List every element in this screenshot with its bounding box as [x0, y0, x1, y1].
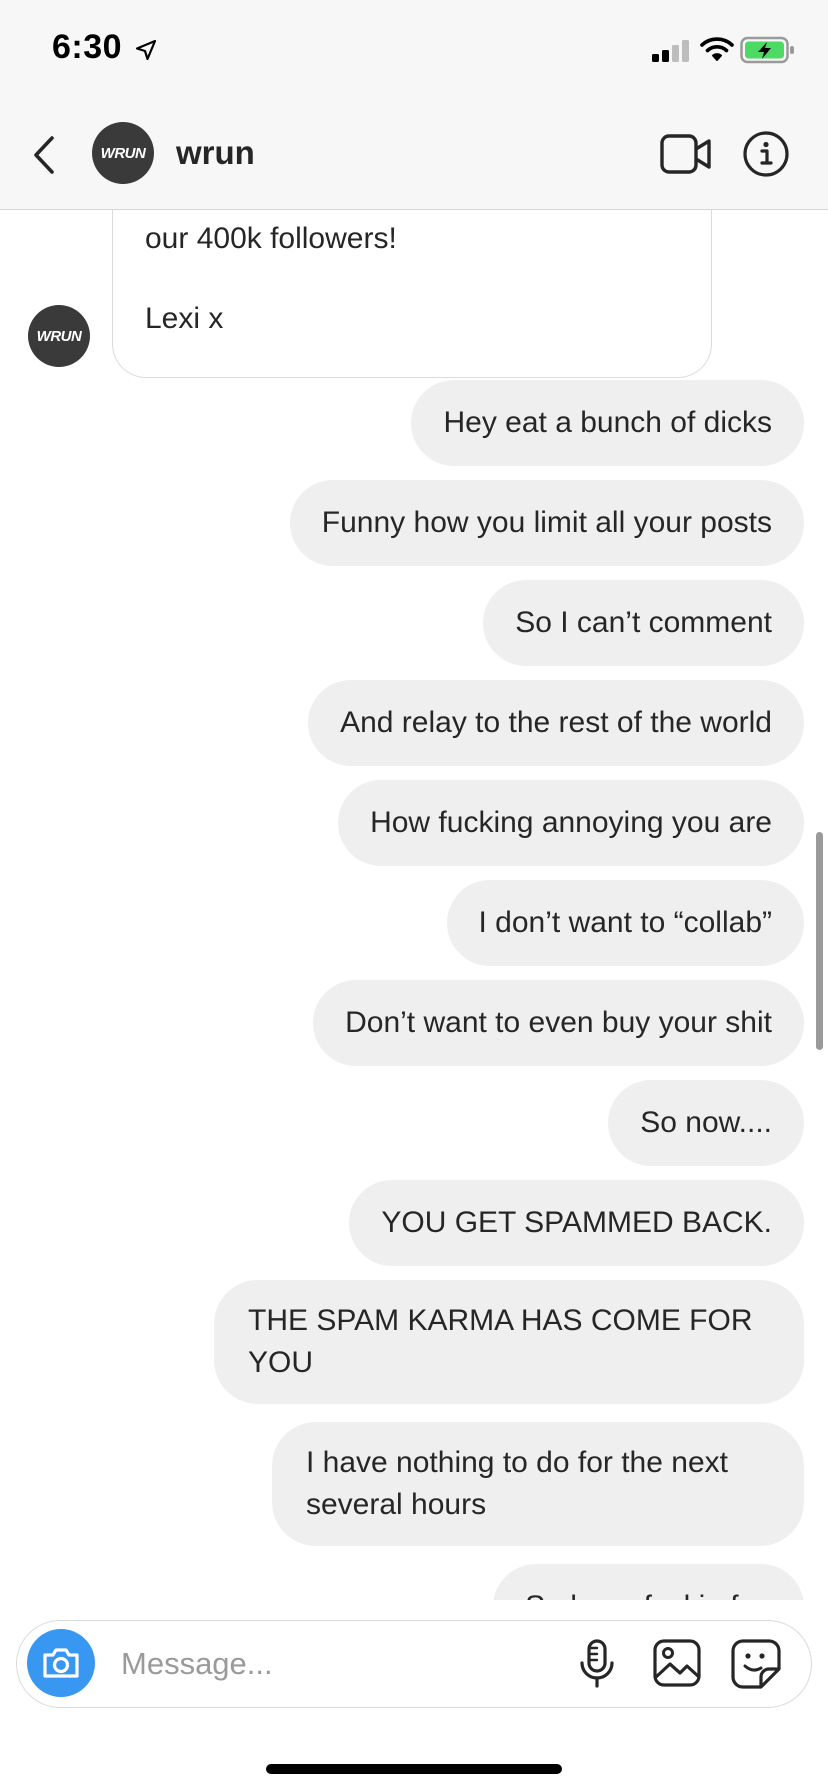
sent-message-bubble[interactable]: So now.... — [608, 1080, 804, 1166]
sent-message-bubble[interactable]: YOU GET SPAMMED BACK. — [349, 1180, 804, 1266]
info-icon[interactable] — [742, 130, 790, 178]
sent-message-bubble[interactable]: How fucking annoying you are — [338, 780, 804, 866]
camera-button[interactable] — [27, 1629, 95, 1697]
home-indicator — [266, 1764, 562, 1774]
sent-message-bubble[interactable]: Don’t want to even buy your shit — [313, 980, 804, 1066]
incoming-message-line: our 400k followers! — [145, 222, 397, 255]
sent-message-bubble[interactable]: I don’t want to “collab” — [446, 880, 804, 966]
avatar[interactable]: WRUN — [92, 122, 154, 184]
message-composer — [16, 1620, 812, 1708]
sent-message-bubble[interactable]: THE SPAM KARMA HAS COME FOR YOU — [214, 1280, 804, 1404]
status-time: 6:30 — [52, 28, 123, 66]
sticker-icon[interactable] — [731, 1639, 781, 1689]
microphone-icon[interactable] — [577, 1639, 617, 1689]
sent-message-bubble[interactable]: Funny how you limit all your posts — [289, 480, 804, 566]
conversation-title[interactable]: wrun — [176, 134, 255, 172]
battery-charging-icon — [740, 36, 794, 64]
sent-message-bubble[interactable]: So I can’t comment — [483, 580, 804, 666]
scrollbar[interactable] — [816, 832, 823, 1050]
message-input[interactable] — [121, 1641, 481, 1687]
sent-message-bubble[interactable]: And relay to the rest of the world — [308, 680, 804, 766]
message-thread[interactable]: our 400k followers! Lexi x WRUN Hey eat … — [0, 210, 828, 1600]
status-bar: 6:30 — [0, 0, 828, 100]
wifi-icon — [700, 37, 734, 61]
back-chevron-icon[interactable] — [28, 130, 64, 180]
camera-icon — [43, 1648, 79, 1678]
avatar-logo-text: WRUN — [36, 327, 82, 345]
sent-message-bubble[interactable]: I have nothing to do for the next severa… — [272, 1422, 804, 1546]
chat-header: WRUN wrun — [0, 100, 828, 210]
sent-message-bubble[interactable]: Hey eat a bunch of dicks — [411, 380, 804, 466]
cellular-signal-icon — [652, 40, 689, 62]
avatar-logo-text: WRUN — [100, 144, 146, 162]
sender-avatar[interactable]: WRUN — [28, 305, 90, 367]
incoming-message-signature: Lexi x — [145, 302, 224, 335]
location-arrow-icon — [135, 39, 157, 61]
video-call-icon[interactable] — [660, 132, 712, 176]
sent-message-bubble[interactable]: So have fuckin fun — [493, 1564, 804, 1600]
gallery-icon[interactable] — [653, 1639, 701, 1687]
incoming-message[interactable]: our 400k followers! Lexi x — [112, 210, 712, 378]
